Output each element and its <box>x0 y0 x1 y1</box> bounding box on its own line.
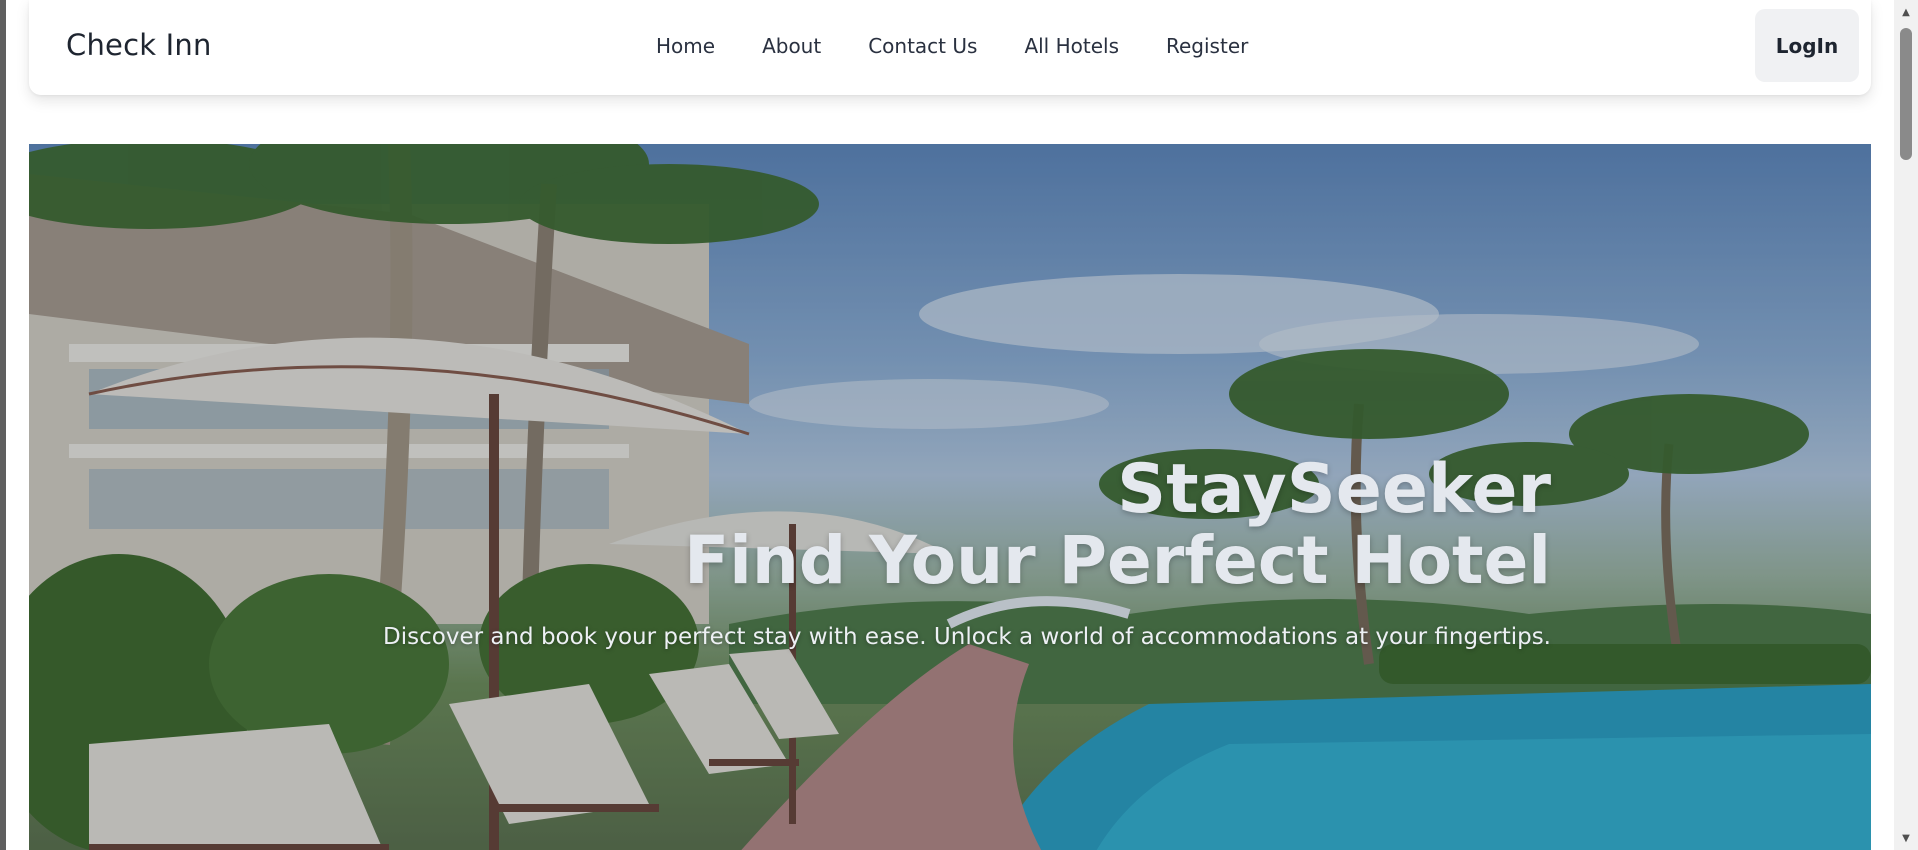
nav-link-register[interactable]: Register <box>1166 34 1248 58</box>
page: Check Inn Home About Contact Us All Hote… <box>0 0 1918 850</box>
scrollbar-thumb[interactable] <box>1900 28 1912 160</box>
nav-link-home[interactable]: Home <box>656 34 715 58</box>
hero-title-brand: StaySeeker <box>1117 450 1551 529</box>
chevron-down-icon[interactable]: ▼ <box>1894 828 1918 848</box>
nav-link-contact-us[interactable]: Contact Us <box>868 34 977 58</box>
hero-subtitle: Discover and book your perfect stay with… <box>383 624 1551 650</box>
nav-links: Home About Contact Us All Hotels Registe… <box>656 34 1248 58</box>
navbar: Check Inn Home About Contact Us All Hote… <box>29 0 1871 95</box>
brand-logo-text[interactable]: Check Inn <box>66 28 212 62</box>
page-scrollbar[interactable]: ▲ ▼ <box>1894 0 1918 850</box>
nav-link-about[interactable]: About <box>762 34 821 58</box>
login-button[interactable]: LogIn <box>1755 9 1859 82</box>
hero-title-tagline: Find Your Perfect Hotel <box>684 522 1551 599</box>
hero-text-block: StaySeeker Find Your Perfect Hotel Disco… <box>383 454 1551 652</box>
nav-link-all-hotels[interactable]: All Hotels <box>1024 34 1119 58</box>
browser-viewport: Check Inn Home About Contact Us All Hote… <box>6 0 1894 850</box>
hero-banner: StaySeeker Find Your Perfect Hotel Disco… <box>29 144 1871 850</box>
chevron-up-icon[interactable]: ▲ <box>1894 2 1918 22</box>
